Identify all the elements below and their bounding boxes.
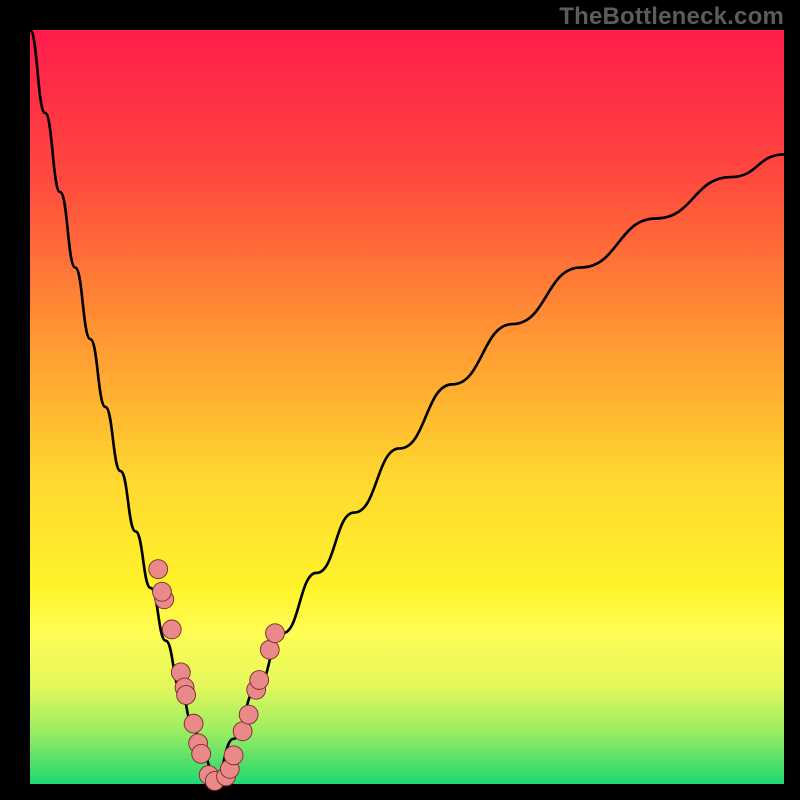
data-marker bbox=[162, 620, 181, 639]
data-marker bbox=[260, 640, 279, 659]
data-marker bbox=[266, 624, 285, 643]
data-marker bbox=[233, 722, 252, 741]
curve-layer bbox=[30, 30, 784, 784]
data-marker bbox=[149, 560, 168, 579]
data-marker bbox=[192, 744, 211, 763]
data-marker bbox=[224, 746, 243, 765]
data-marker bbox=[184, 714, 203, 733]
data-marker bbox=[177, 686, 196, 705]
outer-frame: TheBottleneck.com bbox=[0, 0, 800, 800]
watermark-text: TheBottleneck.com bbox=[559, 3, 784, 31]
marker-group bbox=[149, 560, 285, 791]
plot-area bbox=[30, 30, 784, 784]
curve-right-branch bbox=[215, 154, 784, 780]
data-marker bbox=[153, 582, 172, 601]
data-marker bbox=[239, 705, 258, 724]
data-marker bbox=[250, 671, 269, 690]
